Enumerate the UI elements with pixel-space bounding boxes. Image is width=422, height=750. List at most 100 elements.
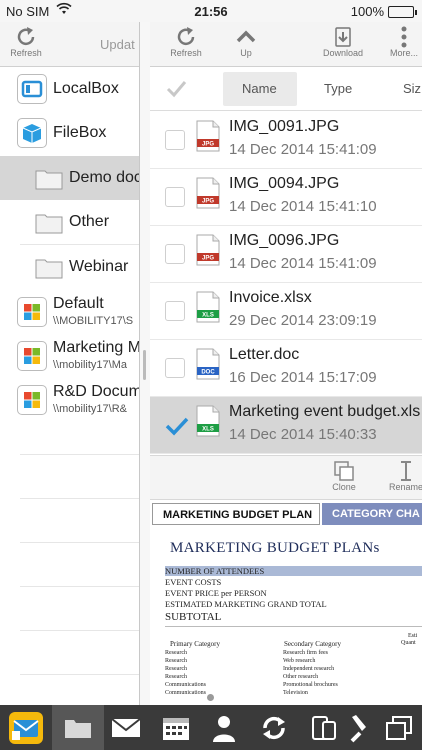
column-size[interactable]: Siz <box>403 81 421 96</box>
more-button[interactable]: More... <box>384 26 422 58</box>
filebox-icon <box>17 118 47 148</box>
sheet-col-quant: Quant <box>401 640 416 646</box>
pane-resize-handle[interactable] <box>143 350 146 380</box>
file-action-bar: Clone Rename <box>150 455 422 500</box>
svg-text:JPG: JPG <box>202 199 214 205</box>
sheet-cell-secondary: Television <box>283 690 308 696</box>
left-refresh-label: Refresh <box>10 48 42 58</box>
refresh-button[interactable]: Refresh <box>164 26 208 58</box>
tree-item-label: Other <box>69 213 110 230</box>
row-checkbox[interactable] <box>165 244 185 264</box>
download-button[interactable]: Download <box>318 26 368 58</box>
row-checkbox[interactable] <box>165 130 185 150</box>
sheet-tabs: MARKETING BUDGET PLAN CATEGORY CHA <box>150 503 422 525</box>
sheet-cell-primary: Communications <box>165 690 206 696</box>
sheet-cell-secondary: Research firm fees <box>283 650 328 656</box>
row-checkbox[interactable] <box>165 187 185 207</box>
folder-icon <box>35 170 63 190</box>
tab-contacts[interactable] <box>198 705 250 750</box>
tree-item-label: Marketing M <box>53 339 140 356</box>
tab-calendar[interactable] <box>150 705 202 750</box>
tab-windows[interactable] <box>376 705 422 750</box>
tab-devices[interactable] <box>298 705 350 750</box>
folder-icon <box>35 214 63 234</box>
devices-icon <box>312 715 336 740</box>
chevron-up-icon <box>236 30 256 43</box>
rename-button[interactable]: Rename <box>384 460 422 492</box>
file-date: 14 Dec 2014 15:41:09 <box>229 255 377 272</box>
sheet-cell-primary: Research <box>165 674 187 680</box>
sheet-cell-primary: Research <box>165 658 187 664</box>
sheet-cell-primary: Communications <box>165 682 206 688</box>
sync-icon <box>263 716 285 739</box>
tree-item-webinar[interactable]: Webinar <box>0 245 139 289</box>
tree-item-other[interactable]: Other <box>0 200 139 244</box>
tab-files[interactable] <box>52 705 104 750</box>
tree-item-default-share[interactable]: Default \\MOBILITY17\S <box>0 290 139 334</box>
rename-label: Rename <box>388 482 422 492</box>
file-row[interactable]: XLS Marketing event budget.xls 14 Dec 2014… <box>150 397 422 454</box>
row-checkbox[interactable] <box>165 358 185 378</box>
file-type-icon: XLS <box>196 291 220 323</box>
download-icon <box>335 27 351 47</box>
tree-item-filebox[interactable]: FileBox <box>0 111 139 155</box>
sheet-line: ESTIMATED MARKETING GRAND TOTAL <box>165 599 327 609</box>
tree-item-label: LocalBox <box>53 80 119 97</box>
file-row[interactable]: XLS Invoice.xlsx 29 Dec 2014 23:09:19 <box>150 283 422 340</box>
file-name: IMG_0096.JPG <box>229 232 340 249</box>
tab-mail[interactable] <box>100 705 152 750</box>
sheet-tab-category[interactable]: CATEGORY CHA <box>322 503 422 525</box>
select-all-checkbox[interactable] <box>165 78 187 100</box>
sheet-col-secondary: Secondary Category <box>284 640 341 648</box>
clone-icon <box>334 461 354 481</box>
column-type[interactable]: Type <box>324 81 352 96</box>
up-button[interactable]: Up <box>226 26 266 58</box>
up-label: Up <box>240 48 252 58</box>
tree-item-rnd-share[interactable]: R&D Docum \\mobility17\R& <box>0 378 139 422</box>
tab-sync[interactable] <box>248 705 300 750</box>
tree-item-demo-doc[interactable]: Demo doc <box>0 156 139 200</box>
calendar-icon <box>163 717 189 740</box>
sheet-col-esti: Esti <box>408 633 418 639</box>
file-row[interactable]: DOC Letter.doc 16 Dec 2014 15:17:09 <box>150 340 422 397</box>
tree-item-marketing-share[interactable]: Marketing M \\mobility17\Ma <box>0 334 140 378</box>
clone-button[interactable]: Clone <box>326 460 362 492</box>
page-indicator <box>207 694 214 701</box>
file-row[interactable]: JPG IMG_0091.JPG 14 Dec 2014 15:41:09 <box>150 112 422 169</box>
tree-item-path: \\mobility17\Ma <box>53 359 127 371</box>
more-vertical-icon <box>401 26 407 48</box>
file-date: 14 Dec 2014 15:41:10 <box>229 198 377 215</box>
file-name: IMG_0091.JPG <box>229 118 340 135</box>
status-bar: No SIM 21:56 100% <box>0 0 422 22</box>
column-name[interactable]: Name <box>242 81 277 96</box>
file-name: IMG_0094.JPG <box>229 175 340 192</box>
file-row[interactable]: JPG IMG_0094.JPG 14 Dec 2014 15:41:10 <box>150 169 422 226</box>
checkmark-icon <box>165 417 189 436</box>
file-list-pane: Refresh Up Download More... Name Type Si… <box>150 22 422 705</box>
file-date: 14 Dec 2014 15:41:09 <box>229 141 377 158</box>
file-type-icon: XLS <box>196 405 220 437</box>
svg-text:JPG: JPG <box>202 256 214 262</box>
spreadsheet-preview[interactable]: MARKETING BUDGET PLAN CATEGORY CHA MARKE… <box>150 500 422 705</box>
sheet-title: MARKETING BUDGET PLANs <box>170 540 380 556</box>
sheet-cell-secondary: Promotional brochures <box>283 682 338 688</box>
windows-share-icon <box>17 297 47 327</box>
tree-item-localbox[interactable]: LocalBox <box>0 67 139 111</box>
tab-tools[interactable] <box>346 705 370 750</box>
file-row[interactable]: JPG IMG_0096.JPG 14 Dec 2014 15:41:09 <box>150 226 422 283</box>
localbox-icon <box>17 74 47 104</box>
file-name: Letter.doc <box>229 346 300 363</box>
tab-home[interactable] <box>0 705 52 750</box>
tree-item-label: FileBox <box>53 124 107 141</box>
mail-icon <box>111 717 141 737</box>
bottom-tab-bar <box>0 705 422 750</box>
row-checkbox[interactable] <box>165 301 185 321</box>
update-button[interactable]: Updat <box>100 37 135 52</box>
file-date: 16 Dec 2014 15:17:09 <box>229 369 377 386</box>
column-header: Name Type Siz <box>150 67 422 111</box>
sheet-cell-secondary: Independent research <box>283 666 335 672</box>
sheet-line: NUMBER OF ATTENDEES <box>165 566 265 576</box>
sheet-tab-budget-plan[interactable]: MARKETING BUDGET PLAN <box>152 503 320 525</box>
left-refresh-button[interactable]: Refresh <box>6 26 46 58</box>
row-checkbox[interactable] <box>165 415 189 436</box>
